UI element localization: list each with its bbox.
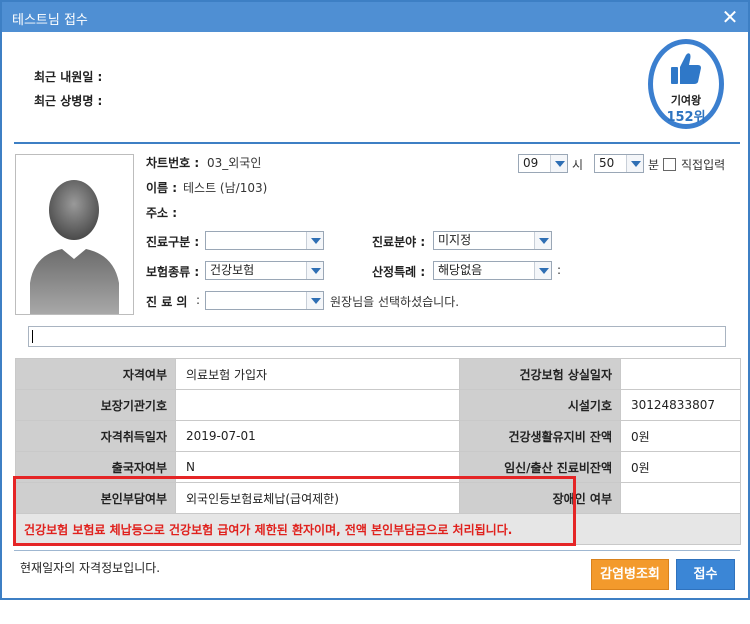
- recent-disease-label: 최근 상병명 :: [34, 94, 103, 108]
- title-bar: 테스트님 접수 ✕: [2, 2, 748, 32]
- chevron-down-icon: [626, 155, 643, 172]
- doctor-select[interactable]: [205, 291, 324, 310]
- minute-select[interactable]: 50: [594, 154, 644, 173]
- reception-dialog: 테스트님 접수 ✕ 최근 내원일 : 최근 상병명 : 기여왕 152위 차트번…: [0, 0, 750, 600]
- table-row: 자격취득일자 2019-07-01 건강생활유지비 잔액 0원: [15, 420, 741, 452]
- name-label: 이름 :: [146, 181, 178, 195]
- chart-number-value: 03_외국인: [207, 156, 262, 170]
- chevron-down-icon: [306, 262, 323, 279]
- badge-rank: 152위: [666, 110, 706, 125]
- patient-photo: [15, 154, 134, 315]
- table-cell: 30124833807: [620, 389, 741, 421]
- chevron-down-icon: [550, 155, 567, 172]
- table-header-cell: 자격취득일자: [15, 420, 176, 452]
- doctor-colon: :: [196, 293, 201, 307]
- chevron-down-icon: [534, 232, 551, 249]
- insurance-label: 보험종류 :: [146, 265, 200, 279]
- doctor-hint: 원장님을 선택하셨습니다.: [330, 295, 460, 309]
- special-case-suffix: :: [557, 263, 562, 277]
- chart-number-label: 차트번호 :: [146, 156, 200, 170]
- header-divider: [14, 142, 740, 144]
- memo-input[interactable]: [28, 326, 726, 347]
- table-row: 보장기관기호 시설기호 30124833807: [15, 389, 741, 421]
- table-cell: 2019-07-01: [175, 420, 460, 452]
- table-header-cell: 자격여부: [15, 358, 176, 390]
- close-icon[interactable]: ✕: [718, 5, 742, 29]
- chevron-down-icon: [306, 232, 323, 249]
- table-cell: 0원: [620, 420, 741, 452]
- department-select[interactable]: 미지정: [433, 231, 552, 250]
- table-header-cell: 건강보험 상실일자: [459, 358, 621, 390]
- chevron-down-icon: [306, 292, 323, 309]
- hour-select[interactable]: 09: [518, 154, 568, 173]
- insurance-value: 건강보험: [210, 263, 255, 277]
- special-case-select[interactable]: 해당없음: [433, 261, 552, 280]
- department-label: 진료분야 :: [372, 235, 426, 249]
- table-cell: 0원: [620, 451, 741, 483]
- table-row: 자격여부 의료보험 가입자 건강보험 상실일자: [15, 358, 741, 390]
- table-header-cell: 건강생활유지비 잔액: [459, 420, 621, 452]
- submit-button[interactable]: 접수: [676, 559, 735, 590]
- chevron-down-icon: [534, 262, 551, 279]
- status-text: 현재일자의 자격정보입니다.: [20, 561, 161, 575]
- table-header-cell: 시설기호: [459, 389, 621, 421]
- contribution-badge: 기여왕 152위: [648, 39, 724, 129]
- department-value: 미지정: [438, 233, 472, 247]
- text-caret: [32, 330, 33, 343]
- insurance-select[interactable]: 건강보험: [205, 261, 324, 280]
- thumbs-up-icon: [671, 53, 701, 84]
- special-case-label: 산정특례 :: [372, 265, 426, 279]
- dialog-title: 테스트님 접수: [12, 13, 88, 28]
- visit-type-label: 진료구분 :: [146, 235, 200, 249]
- table-header-cell: 보장기관기호: [15, 389, 176, 421]
- table-cell: [620, 358, 741, 390]
- manual-input-label: 직접입력: [681, 158, 726, 172]
- address-label: 주소 :: [146, 206, 178, 220]
- hour-value: 09: [523, 156, 539, 170]
- manual-input-checkbox[interactable]: [663, 158, 676, 171]
- minute-unit: 분: [648, 158, 660, 172]
- table-cell: [620, 482, 741, 514]
- warning-highlight: [13, 476, 576, 546]
- doctor-label: 진 료 의: [146, 295, 188, 309]
- recent-visit-label: 최근 내원일 :: [34, 70, 103, 84]
- infection-lookup-button[interactable]: 감염병조회: [591, 559, 669, 590]
- table-cell: [175, 389, 460, 421]
- minute-value: 50: [599, 156, 615, 170]
- hour-unit: 시: [572, 158, 584, 172]
- table-cell: 의료보험 가입자: [175, 358, 460, 390]
- footer-divider: [14, 550, 740, 551]
- visit-type-select[interactable]: [205, 231, 324, 250]
- name-value: 테스트 (남/103): [183, 181, 268, 195]
- special-case-value: 해당없음: [438, 263, 483, 277]
- avatar-icon: [30, 180, 119, 314]
